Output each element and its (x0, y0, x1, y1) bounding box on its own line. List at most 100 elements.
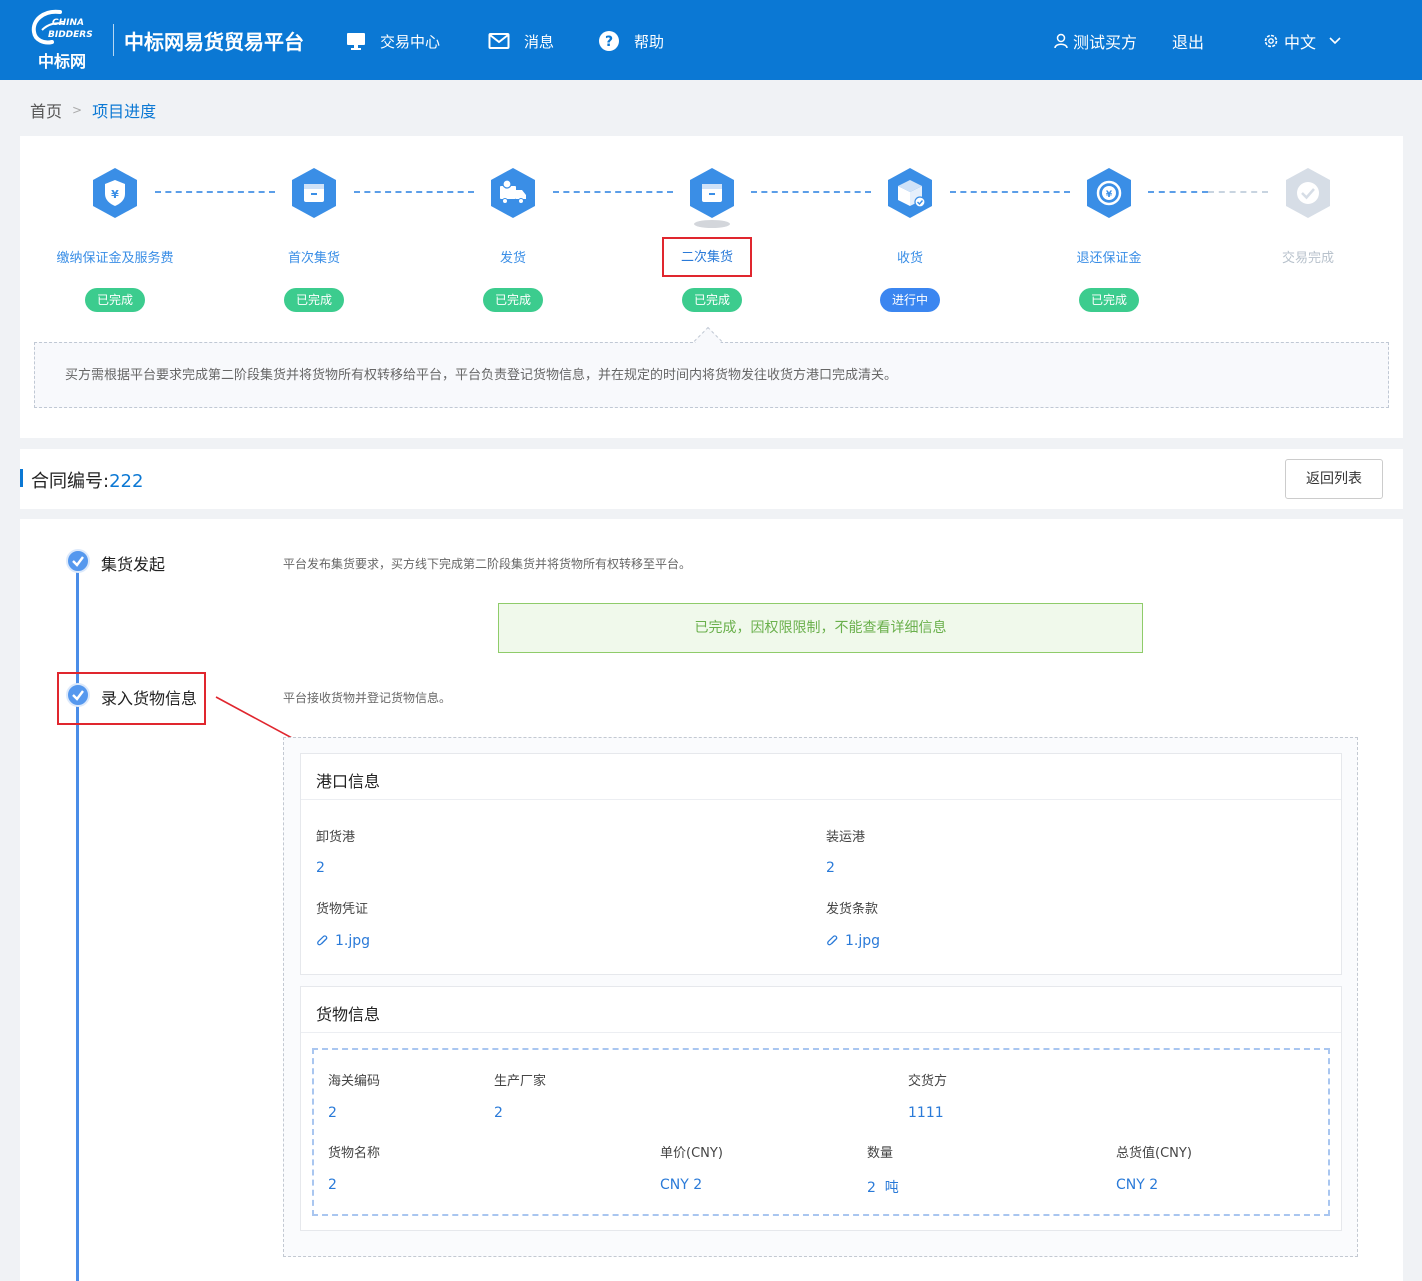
logo-swoosh-icon: CHINA BIDDERS (31, 9, 93, 45)
file-name: 1.jpg (845, 933, 881, 949)
breadcrumb-home[interactable]: 首页 (30, 98, 62, 122)
svg-text:?: ? (605, 34, 613, 50)
nav-help[interactable]: ? 帮助 (598, 28, 664, 54)
step-connector (155, 191, 275, 193)
field-value: 2 吨 (867, 1180, 899, 1196)
ship-terms-file-link[interactable]: 1.jpg (826, 933, 880, 949)
field-value: 2 (826, 860, 835, 876)
field-value: CNY 2 (1116, 1177, 1159, 1193)
contract-label: 合同编号: (31, 471, 110, 492)
step-label: 首次集货 (287, 251, 340, 266)
field-label: 单价(CNY) (660, 1146, 723, 1161)
logo-divider (113, 24, 114, 56)
contract-number-row: 合同编号:222 (31, 467, 143, 493)
nav-messages[interactable]: 消息 (488, 28, 554, 54)
check-icon (72, 690, 84, 701)
chevron-down-icon (1329, 37, 1341, 45)
step-connector (553, 191, 673, 193)
nav-help-label: 帮助 (634, 32, 665, 51)
platform-name: 中标网易货贸易平台 (124, 30, 304, 54)
field-label: 数量 (867, 1146, 894, 1161)
paperclip-icon (827, 934, 838, 945)
timeline-panel: 集货发起 平台发布集货要求，买方线下完成第二阶段集货并将货物所有权转移至平台。 … (20, 519, 1403, 1281)
timeline-check-icon (66, 549, 90, 573)
site-logo[interactable]: CHINA BIDDERS 中标网 (30, 8, 106, 71)
top-header: CHINA BIDDERS 中标网 中标网易货贸易平台 交易中心 消息 ? 帮助 (0, 0, 1422, 80)
step-connector (751, 191, 871, 193)
step-connector (354, 191, 474, 193)
field-label: 货物名称 (328, 1146, 381, 1161)
progress-steps-panel: ¥ 缴纳保证金及服务费 已完成 首次集货 已完成 发货 已完成 二次集货 已完成… (20, 136, 1403, 438)
status-badge: 已完成 (85, 288, 145, 312)
status-badge: 已完成 (1079, 288, 1139, 312)
check-icon (1286, 168, 1330, 218)
step-connector (1148, 191, 1208, 193)
svg-text:CHINA: CHINA (52, 18, 84, 28)
nav-trade-center-label: 交易中心 (380, 32, 441, 51)
step-label-highlighted: 二次集货 (662, 237, 752, 277)
card-divider (301, 799, 1341, 800)
breadcrumb-chevron-icon: > (72, 103, 83, 117)
field-value: 2 (494, 1105, 503, 1121)
step-connector (950, 191, 1070, 193)
step-label: 退还保证金 (1076, 251, 1142, 266)
nav-messages-label: 消息 (524, 32, 555, 51)
step-shadow (694, 220, 730, 228)
step-description: 买方需根据平台要求完成第二阶段集货并将货物所有权转移给平台，平台负责登记货物信息… (34, 342, 1389, 408)
contract-number: 222 (109, 471, 144, 492)
card-title: 港口信息 (316, 772, 381, 791)
check-icon (72, 556, 84, 567)
timeline-title: 录入货物信息 (101, 689, 198, 708)
step-label: 发货 (499, 251, 526, 266)
field-label: 海关编码 (328, 1074, 381, 1089)
cargo-item-box: 海关编码 2 生产厂家 2 交货方 1111 货物名称 2 单价(CNY) CN… (312, 1048, 1330, 1216)
field-label: 货物凭证 (316, 902, 369, 917)
help-icon: ? (599, 31, 619, 51)
breadcrumb: 首页 > 项目进度 (30, 98, 156, 122)
nav-trade-center[interactable]: 交易中心 (346, 28, 440, 54)
yuan-refresh-icon: ¥ (1087, 168, 1131, 218)
status-badge: 进行中 (880, 288, 940, 312)
field-value: 2 (328, 1105, 337, 1121)
breadcrumb-current: 项目进度 (92, 102, 157, 121)
logout-link[interactable]: 退出 (1172, 29, 1204, 53)
field-label: 发货条款 (826, 902, 879, 917)
user-icon (1054, 33, 1068, 49)
mail-icon (488, 33, 510, 49)
gear-icon (1264, 34, 1278, 48)
field-label: 交货方 (908, 1074, 948, 1089)
field-value: 2 (316, 860, 325, 876)
svg-text:BIDDERS: BIDDERS (48, 30, 93, 40)
status-badge: 已完成 (284, 288, 344, 312)
status-badge: 已完成 (483, 288, 543, 312)
package-check-icon (888, 168, 932, 218)
step-connector (1208, 191, 1268, 193)
box-icon (690, 168, 734, 218)
field-label: 卸货港 (316, 830, 356, 845)
cargo-detail-container: 港口信息 卸货港 2 装运港 2 货物凭证 1.jpg 发货条款 1.jpg 货… (283, 737, 1358, 1257)
user-name: 测试买方 (1073, 33, 1138, 52)
timeline-description: 平台接收货物并登记货物信息。 (283, 691, 452, 705)
card-title: 货物信息 (316, 1005, 381, 1024)
field-value: 2 (328, 1177, 337, 1193)
cargo-cert-file-link[interactable]: 1.jpg (316, 933, 370, 949)
svg-text:¥: ¥ (1106, 190, 1113, 200)
logo-text: 中标网 (38, 52, 87, 71)
card-divider (301, 1032, 1341, 1033)
file-name: 1.jpg (335, 933, 371, 949)
language-switcher[interactable]: 中文 (1263, 29, 1342, 53)
contract-bar: 合同编号:222 返回列表 (20, 449, 1403, 509)
user-menu[interactable]: 测试买方 (1054, 29, 1137, 53)
monitor-icon (347, 33, 365, 50)
timeline-check-icon (66, 683, 90, 707)
timeline-description: 平台发布集货要求，买方线下完成第二阶段集货并将货物所有权转移至平台。 (283, 557, 692, 571)
language-label: 中文 (1284, 33, 1317, 52)
port-info-card: 港口信息 卸货港 2 装运港 2 货物凭证 1.jpg 发货条款 1.jpg (300, 753, 1342, 975)
field-label: 总货值(CNY) (1116, 1146, 1192, 1161)
contract-accent (20, 469, 23, 487)
step-label: 交易完成 (1281, 251, 1334, 266)
step-label: 收货 (896, 251, 923, 266)
step-label: 缴纳保证金及服务费 (56, 251, 174, 266)
back-to-list-button[interactable]: 返回列表 (1285, 459, 1383, 499)
timeline-title: 集货发起 (101, 555, 166, 574)
